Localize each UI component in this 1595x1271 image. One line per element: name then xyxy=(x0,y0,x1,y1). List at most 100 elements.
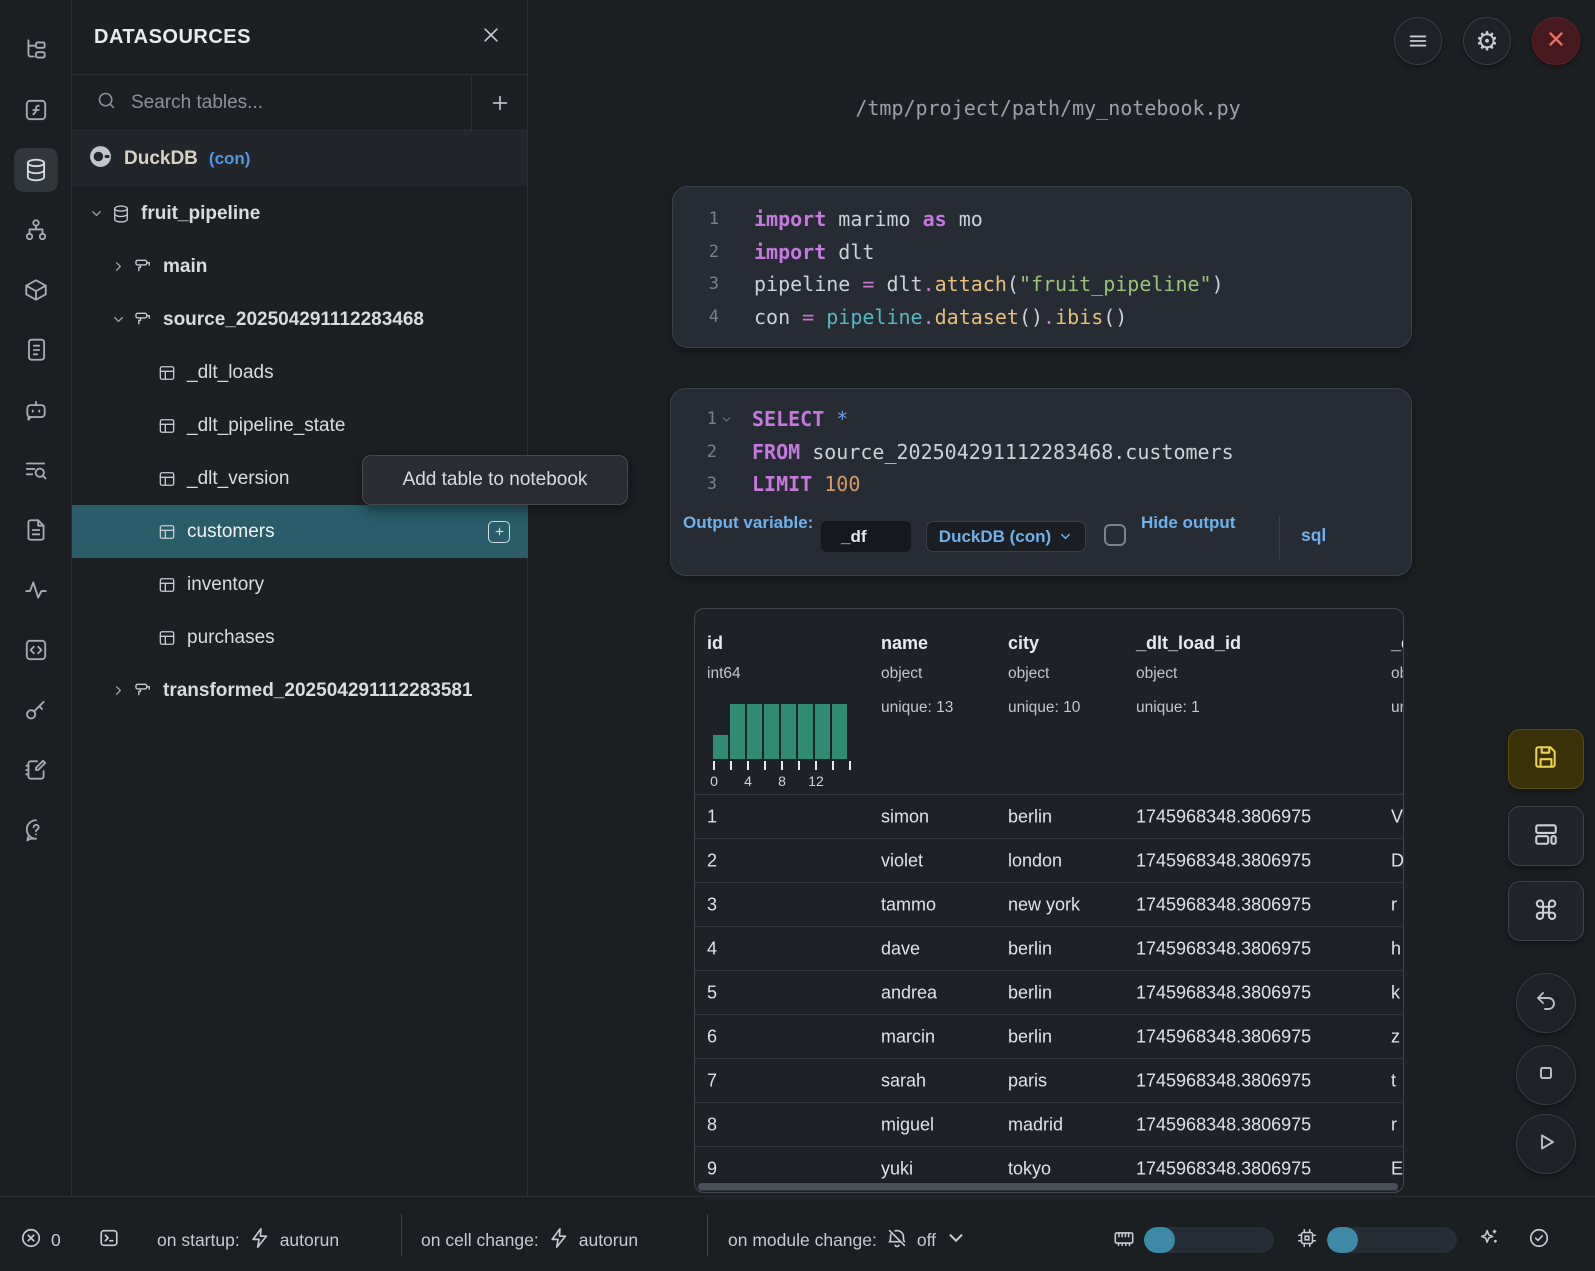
on-module-change-config[interactable]: on module change: off xyxy=(728,1222,967,1258)
table-row[interactable]: 5andreaberlin1745968348.3806975k xyxy=(695,971,1403,1015)
shutdown-button[interactable] xyxy=(1532,17,1580,65)
settings-button[interactable]: ⚙ xyxy=(1463,17,1511,65)
list-search-icon[interactable] xyxy=(14,448,58,492)
chevron-right-icon xyxy=(110,259,126,274)
code-square-icon[interactable] xyxy=(14,628,58,672)
save-icon xyxy=(1533,744,1559,775)
database-icon[interactable] xyxy=(14,148,58,192)
column-header[interactable]: name xyxy=(881,633,928,654)
table-cell: andrea xyxy=(881,982,937,1003)
table-cell: 7 xyxy=(707,1070,717,1091)
tree-item-customers[interactable]: customers xyxy=(72,505,528,558)
hide-output-checkbox[interactable] xyxy=(1104,524,1126,546)
connection-status[interactable] xyxy=(1528,1222,1550,1258)
table-cell: 1 xyxy=(707,806,717,827)
tree-item-main[interactable]: main xyxy=(72,240,528,293)
command-palette-button[interactable]: ⌘ xyxy=(1508,881,1584,941)
scroll-text-icon[interactable] xyxy=(14,328,58,372)
search-row xyxy=(72,74,527,131)
tree-item-source_202504291112283468[interactable]: source_202504291112283468 xyxy=(72,293,528,346)
schema-icon xyxy=(132,310,154,330)
duckdb-logo-icon xyxy=(88,144,113,174)
tree-item-purchases[interactable]: purchases xyxy=(72,611,528,664)
box-icon[interactable] xyxy=(14,268,58,312)
search-input[interactable] xyxy=(131,92,381,114)
error-counter[interactable]: 0 xyxy=(20,1222,61,1258)
column-header[interactable]: _dlt_id xyxy=(1391,633,1404,654)
engine-select[interactable]: DuckDB (con) xyxy=(926,521,1086,552)
tree-item-inventory[interactable]: inventory xyxy=(72,558,528,611)
table-cell: E xyxy=(1391,1158,1403,1179)
code-line[interactable]: 2FROM source_202504291112283468.customer… xyxy=(671,436,1411,469)
on-startup-config[interactable]: on startup: autorun xyxy=(157,1222,339,1258)
memory-progress-bar xyxy=(1144,1227,1274,1253)
table-cell: new york xyxy=(1008,894,1080,915)
undo-button[interactable] xyxy=(1516,973,1576,1033)
stop-button[interactable] xyxy=(1516,1045,1576,1105)
column-header[interactable]: id xyxy=(707,633,723,654)
table-cell: berlin xyxy=(1008,806,1052,827)
tree-item-fruit_pipeline[interactable]: fruit_pipeline xyxy=(72,187,528,240)
close-icon xyxy=(1545,28,1567,55)
help-circle-icon[interactable] xyxy=(14,808,58,852)
notebook-pen-icon[interactable] xyxy=(14,748,58,792)
table-cell: r xyxy=(1391,1114,1397,1135)
close-panel-icon[interactable] xyxy=(481,25,501,50)
file-tree-icon[interactable] xyxy=(14,28,58,72)
terminal-button[interactable] xyxy=(98,1222,120,1258)
save-button[interactable] xyxy=(1508,729,1584,789)
sql-cell[interactable]: 1SELECT *2FROM source_202504291112283468… xyxy=(670,388,1412,576)
table-cell: 4 xyxy=(707,938,717,959)
layout-button[interactable] xyxy=(1508,806,1584,866)
tree-item-transformed_202504291112283581[interactable]: transformed_202504291112283581 xyxy=(72,664,528,717)
column-header[interactable]: _dlt_load_id xyxy=(1136,633,1241,654)
table-row[interactable]: 7sarahparis1745968348.3806975t xyxy=(695,1059,1403,1103)
table-row[interactable]: 6marcinberlin1745968348.3806975z xyxy=(695,1015,1403,1059)
tree-item-_dlt_loads[interactable]: _dlt_loads xyxy=(72,346,528,399)
table-row[interactable]: 1simonberlin1745968348.3806975V xyxy=(695,795,1403,839)
column-dtype: object xyxy=(881,665,922,683)
code-line[interactable]: 3pipeline = dlt.attach("fruit_pipeline") xyxy=(673,268,1411,301)
workflow-icon[interactable] xyxy=(14,208,58,252)
file-text-icon[interactable] xyxy=(14,508,58,552)
connection-row[interactable]: DuckDB (con) xyxy=(72,131,527,187)
ai-assist-button[interactable] xyxy=(1478,1222,1500,1258)
column-header[interactable]: city xyxy=(1008,633,1039,654)
table-icon xyxy=(156,469,178,489)
table-row[interactable]: 4daveberlin1745968348.3806975h xyxy=(695,927,1403,971)
table-row[interactable]: 8miguelmadrid1745968348.3806975r xyxy=(695,1103,1403,1147)
code-line[interactable]: 1SELECT * xyxy=(671,403,1411,436)
connection-suffix: (con) xyxy=(209,149,251,169)
table-cell: D xyxy=(1391,850,1404,871)
add-datasource-button[interactable] xyxy=(471,75,527,130)
code-line[interactable]: 3LIMIT 100 xyxy=(671,468,1411,501)
horizontal-scrollbar[interactable] xyxy=(698,1183,1398,1190)
run-button[interactable] xyxy=(1516,1114,1576,1174)
on-cell-change-config[interactable]: on cell change: autorun xyxy=(421,1222,638,1258)
table-cell: london xyxy=(1008,850,1062,871)
table-row[interactable]: 3tammonew york1745968348.3806975r xyxy=(695,883,1403,927)
code-line[interactable]: 2import dlt xyxy=(673,236,1411,269)
chevron-down-icon xyxy=(1058,529,1073,544)
activity-icon[interactable] xyxy=(14,568,58,612)
table-cell: 1745968348.3806975 xyxy=(1136,982,1311,1003)
function-square-icon[interactable] xyxy=(14,88,58,132)
bot-message-icon[interactable] xyxy=(14,388,58,432)
table-cell: V xyxy=(1391,806,1403,827)
code-cell-imports[interactable]: 1import marimo as mo2import dlt3pipeline… xyxy=(672,186,1412,348)
datasource-tree: fruit_pipelinemainsource_202504291112283… xyxy=(72,187,528,717)
table-icon xyxy=(156,363,178,383)
error-count: 0 xyxy=(51,1230,61,1251)
table-row[interactable]: 2violetlondon1745968348.3806975D xyxy=(695,839,1403,883)
hide-output-label: Hide output xyxy=(1141,510,1235,536)
key-icon[interactable] xyxy=(14,688,58,732)
code-line[interactable]: 4con = pipeline.dataset().ibis() xyxy=(673,301,1411,334)
code-line[interactable]: 1import marimo as mo xyxy=(673,203,1411,236)
menu-button[interactable] xyxy=(1394,17,1442,65)
table-cell: paris xyxy=(1008,1070,1047,1091)
tree-item-_dlt_pipeline_state[interactable]: _dlt_pipeline_state xyxy=(72,399,528,452)
table-cell: h xyxy=(1391,938,1401,959)
add-table-to-notebook-button[interactable] xyxy=(488,521,510,543)
command-icon: ⌘ xyxy=(1533,896,1560,927)
output-variable-input[interactable]: _df xyxy=(821,521,911,552)
